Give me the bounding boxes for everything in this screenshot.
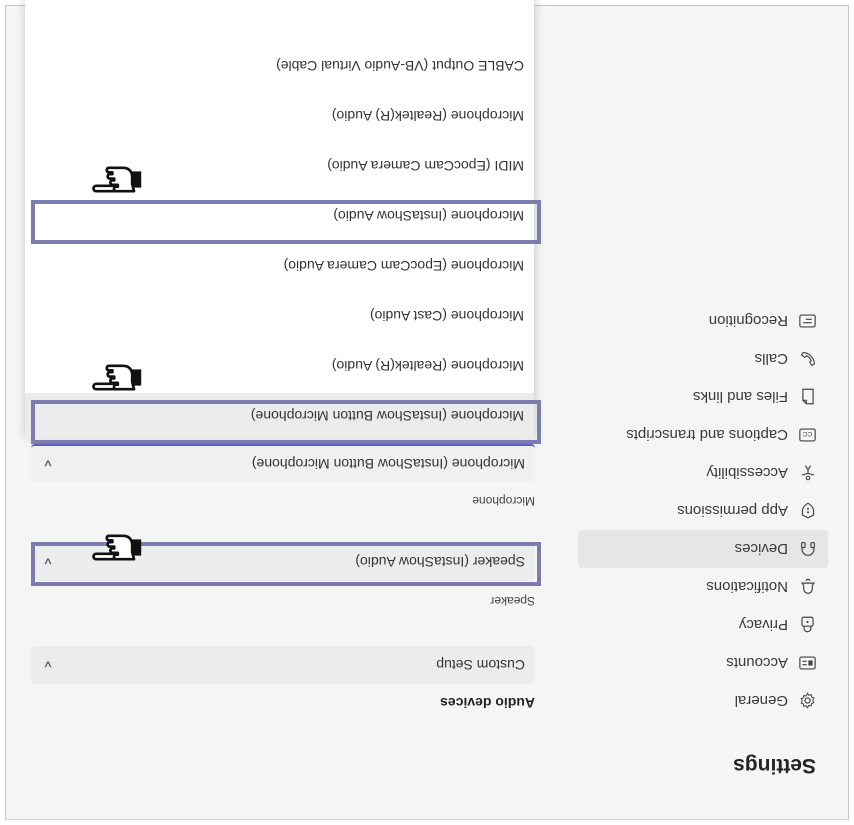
recognition-icon: [798, 311, 818, 331]
device-setup-select[interactable]: Custom Setup ∨: [31, 646, 535, 684]
microphone-select[interactable]: Microphone (InstaShow Button Microphone)…: [31, 444, 535, 482]
dropdown-option[interactable]: Microphone (Realtek(R) Audio): [25, 343, 534, 389]
file-icon: [798, 387, 818, 407]
sidebar-item-privacy[interactable]: Privacy: [578, 606, 828, 644]
cc-icon: CC: [798, 425, 818, 445]
accessibility-icon: [798, 463, 818, 483]
dropdown-option[interactable]: Microphone (InstaShow Audio): [25, 193, 534, 239]
page-title: Settings: [733, 754, 816, 777]
sidebar-item-devices[interactable]: Devices: [578, 530, 828, 568]
section-title-audio-devices: Audio devices: [440, 695, 535, 711]
sidebar-item-label: Captions and transcripts: [626, 426, 788, 444]
microphone-dropdown: Microphone (InstaShow Button Microphone)…: [25, 0, 535, 439]
lock-icon: [798, 615, 818, 635]
sidebar-item-accessibility[interactable]: Accessibility: [578, 454, 828, 492]
dropdown-option[interactable]: Microphone (InstaShow Button Microphone): [25, 393, 534, 439]
settings-window: Settings General Accounts Privacy Notifi…: [5, 0, 849, 820]
sidebar-item-recognition[interactable]: Recognition: [578, 302, 828, 340]
id-card-icon: [798, 653, 818, 673]
sidebar-item-files-and-links[interactable]: Files and links: [578, 378, 828, 416]
device-setup-value: Custom Setup: [436, 657, 525, 673]
sidebar-item-general[interactable]: General: [578, 682, 828, 720]
dropdown-option[interactable]: MIDI (EpocCam Camera Audio): [25, 143, 534, 189]
gear-icon: [798, 691, 818, 711]
svg-text:CC: CC: [803, 430, 813, 437]
sidebar-item-label: Accessibility: [706, 464, 788, 482]
chevron-down-icon: ∨: [43, 458, 54, 470]
bell-icon: [798, 577, 818, 597]
microphone-label: Microphone: [472, 494, 535, 508]
sidebar-item-label: Calls: [754, 350, 788, 368]
sidebar-item-label: Devices: [734, 540, 788, 558]
dropdown-option[interactable]: Microphone (Cast Audio): [25, 293, 534, 339]
sidebar-item-label: Files and links: [692, 388, 788, 406]
sidebar-item-captions[interactable]: CC Captions and transcripts: [578, 416, 828, 454]
chevron-down-icon: ∨: [43, 556, 54, 568]
phone-icon: [798, 349, 818, 369]
speaker-label: Speaker: [490, 594, 535, 608]
sidebar-item-label: Notifications: [706, 578, 788, 596]
chevron-down-icon: ∨: [43, 659, 54, 671]
dropdown-option[interactable]: CABLE Output (VB-Audio Virtual Cable): [25, 43, 534, 89]
dropdown-option[interactable]: Microphone (Realtek(R) Audio): [25, 93, 534, 139]
sidebar-item-label: App permissions: [677, 502, 788, 520]
sidebar-item-accounts[interactable]: Accounts: [578, 644, 828, 682]
speaker-value: Speaker (InstaShow Audio): [355, 554, 525, 570]
sidebar-item-label: Accounts: [726, 654, 788, 672]
dropdown-option[interactable]: Microphone (EpocCam Camera Audio): [25, 243, 534, 289]
shield-icon: [798, 501, 818, 521]
sidebar-item-label: Recognition: [708, 312, 788, 330]
headset-icon: [798, 539, 818, 559]
sidebar-item-label: General: [734, 692, 788, 710]
sidebar-item-notifications[interactable]: Notifications: [578, 568, 828, 606]
sidebar-item-calls[interactable]: Calls: [578, 340, 828, 378]
speaker-select[interactable]: Speaker (InstaShow Audio) ∨: [31, 543, 535, 581]
microphone-value: Microphone (InstaShow Button Microphone): [251, 456, 525, 472]
sidebar-item-app-permissions[interactable]: App permissions: [578, 492, 828, 530]
sidebar-item-label: Privacy: [738, 616, 788, 634]
